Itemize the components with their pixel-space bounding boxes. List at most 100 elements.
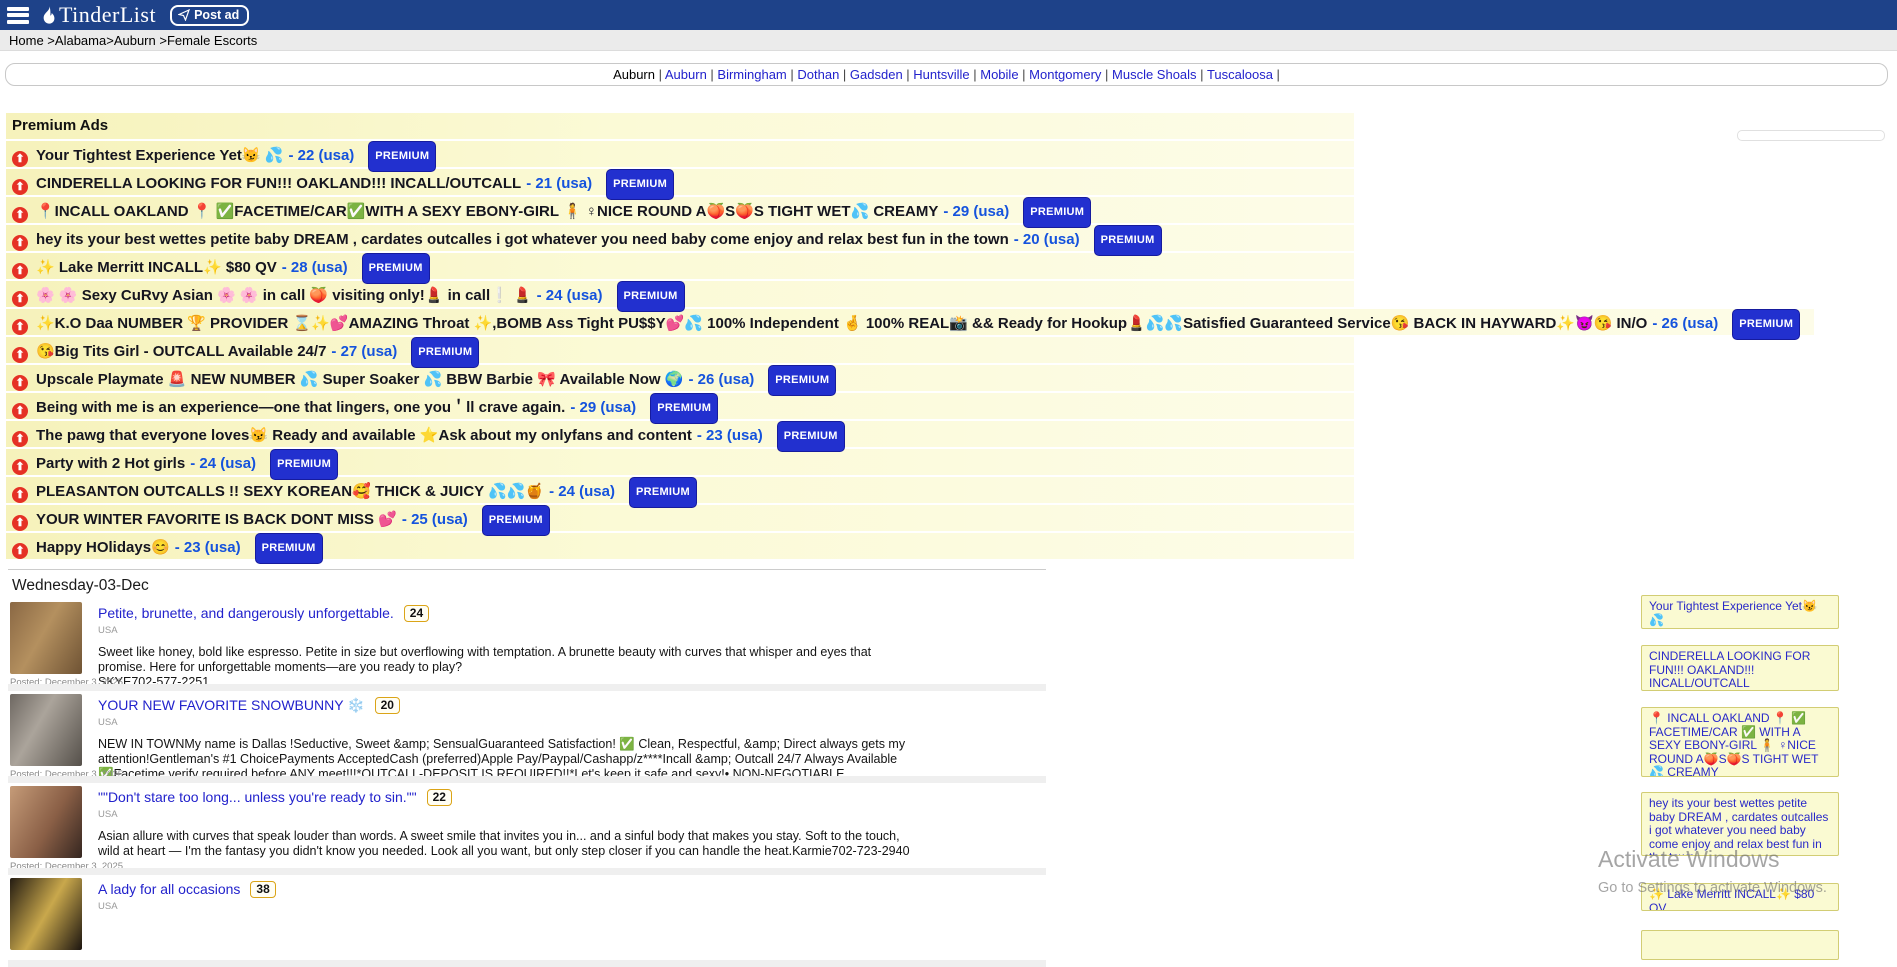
city-item: Tuscaloosa | <box>1207 67 1280 82</box>
listing-thumbnail[interactable] <box>10 878 82 950</box>
premium-ad-row[interactable]: ⬆🌸 🌸 Sexy CuRvy Asian 🌸 🌸 in call 🍑 visi… <box>6 281 1354 307</box>
premium-ad-title[interactable]: 🌸 🌸 Sexy CuRvy Asian 🌸 🌸 in call 🍑 visit… <box>36 287 532 304</box>
premium-ad-row[interactable]: ⬆Your Tightest Experience Yet😼 💦- 22 (us… <box>6 141 1354 167</box>
premium-ad-title[interactable]: 😘Big Tits Girl - OUTCALL Available 24/7 <box>36 343 326 360</box>
premium-ad-row[interactable]: ⬆Party with 2 Hot girls- 24 (usa)PREMIUM <box>6 449 1354 475</box>
breadcrumb-link[interactable]: Auburn <box>114 33 156 48</box>
city-links-bar: Auburn | Auburn | Birmingham | Dothan | … <box>5 63 1888 86</box>
sidebar-ad-link[interactable]: 📍 INCALL OAKLAND 📍 ✅ FACETIME/CAR ✅ WITH… <box>1649 712 1831 777</box>
premium-ad-row[interactable]: ⬆CINDERELLA LOOKING FOR FUN!!! OAKLAND!!… <box>6 169 1354 195</box>
premium-ad-title[interactable]: ✨K.O Daa NUMBER 🏆 PROVIDER ⌛✨💕AMAZING Th… <box>36 315 1647 332</box>
arrow-up-icon: ⬆ <box>12 515 28 531</box>
sidebar-ad-link[interactable]: CINDERELLA LOOKING FOR FUN!!! OAKLAND!!!… <box>1649 650 1831 691</box>
premium-ad-title[interactable]: ✨ Lake Merritt INCALL✨ $80 QV <box>36 259 277 276</box>
breadcrumb-link[interactable]: Female Escorts <box>167 33 257 48</box>
listing-description: NEW IN TOWNMy name is Dallas !Seductive,… <box>98 737 920 783</box>
premium-ad-row[interactable]: ⬆📍INCALL OAKLAND 📍 ✅FACETIME/CAR✅WITH A … <box>6 197 1354 223</box>
posted-date: Posted: December 3, 2025 <box>10 861 123 872</box>
premium-ad-row[interactable]: ⬆😘Big Tits Girl - OUTCALL Available 24/7… <box>6 337 1354 363</box>
listing-thumbnail[interactable] <box>10 602 82 674</box>
city-link[interactable]: Muscle Shoals <box>1112 67 1197 82</box>
city-link[interactable]: Birmingham <box>717 67 786 82</box>
breadcrumb-part: Home > <box>9 33 55 48</box>
city-separator: | <box>970 67 981 82</box>
sidebar-ad-box[interactable]: CINDERELLA LOOKING FOR FUN!!! OAKLAND!!!… <box>1641 645 1839 691</box>
breadcrumb-separator: > <box>44 33 55 48</box>
premium-ad-title[interactable]: PLEASANTON OUTCALLS !! SEXY KOREAN🥰 THIC… <box>36 483 544 500</box>
listing-content: ""Don't stare too long... unless you're … <box>98 783 1046 859</box>
city-item: Huntsville | <box>913 67 980 82</box>
premium-ad-title[interactable]: Your Tightest Experience Yet😼 💦 <box>36 147 283 164</box>
sidebar-ad-link[interactable]: hey its your best wettes petite baby DRE… <box>1649 797 1831 856</box>
premium-ad-row[interactable]: ⬆Happy HOlidays😊- 23 (usa)PREMIUM <box>6 533 1354 559</box>
arrow-up-icon: ⬆ <box>12 543 28 559</box>
sidebar-ad-box[interactable]: 📍 INCALL OAKLAND 📍 ✅ FACETIME/CAR ✅ WITH… <box>1641 707 1839 777</box>
premium-ad-age: - 29 (usa) <box>943 203 1009 220</box>
premium-ad-age: - 24 (usa) <box>537 287 603 304</box>
sidebar-ad-link[interactable]: ✨ Lake Merritt INCALL✨ $80 QV <box>1649 888 1831 911</box>
premium-ad-row[interactable]: ⬆PLEASANTON OUTCALLS !! SEXY KOREAN🥰 THI… <box>6 477 1354 503</box>
age-badge: 24 <box>404 605 429 622</box>
country-label: USA <box>98 717 1046 728</box>
current-city-label: Auburn <box>613 67 655 82</box>
city-separator: | <box>1019 67 1030 82</box>
premium-ad-title[interactable]: Being with me is an experience—one that … <box>36 399 565 416</box>
premium-badge: PREMIUM <box>368 141 436 172</box>
city-item: Gadsden | <box>850 67 913 82</box>
brand-logo[interactable]: TinderList <box>41 2 156 28</box>
premium-ad-title[interactable]: YOUR WINTER FAVORITE IS BACK DONT MISS 💕 <box>36 511 397 528</box>
city-separator: | <box>1273 67 1280 82</box>
listing-title-link[interactable]: YOUR NEW FAVORITE SNOWBUNNY ❄️ <box>98 697 365 713</box>
sidebar-ad-box[interactable] <box>1641 930 1839 960</box>
city-separator: | <box>787 67 798 82</box>
premium-badge: PREMIUM <box>411 337 479 368</box>
city-link[interactable]: Dothan <box>797 67 839 82</box>
premium-ad-age: - 23 (usa) <box>175 539 241 556</box>
city-link[interactable]: Gadsden <box>850 67 903 82</box>
city-item: Montgomery | <box>1029 67 1112 82</box>
listing-row: Posted: December 3, 2025 ""Don't stare t… <box>8 783 1046 875</box>
hamburger-menu-icon[interactable] <box>7 7 29 24</box>
listing-thumbnail[interactable] <box>10 694 82 766</box>
listing-title-link[interactable]: Petite, brunette, and dangerously unforg… <box>98 605 394 621</box>
premium-ad-title[interactable]: Upscale Playmate 🚨 NEW NUMBER 💦 Super So… <box>36 371 683 388</box>
age-badge: 20 <box>375 697 400 714</box>
premium-badge: PREMIUM <box>1094 225 1162 256</box>
city-link[interactable]: Mobile <box>980 67 1018 82</box>
flame-icon <box>41 5 57 25</box>
premium-ad-title[interactable]: CINDERELLA LOOKING FOR FUN!!! OAKLAND!!!… <box>36 175 521 192</box>
sidebar-ad-box[interactable]: Your Tightest Experience Yet😼 💦 ... <box>1641 595 1839 629</box>
premium-ad-title[interactable]: Happy HOlidays😊 <box>36 539 170 556</box>
listing-thumbnail[interactable] <box>10 786 82 858</box>
premium-ad-row[interactable]: ⬆hey its your best wettes petite baby DR… <box>6 225 1354 251</box>
premium-ad-title[interactable]: 📍INCALL OAKLAND 📍 ✅FACETIME/CAR✅WITH A S… <box>36 203 938 220</box>
breadcrumb-part: Female Escorts <box>167 33 257 48</box>
premium-ads-panel: Premium Ads ⬆Your Tightest Experience Ye… <box>6 113 1354 561</box>
breadcrumb-link[interactable]: Home <box>9 33 44 48</box>
premium-ad-row[interactable]: ⬆Upscale Playmate 🚨 NEW NUMBER 💦 Super S… <box>6 365 1354 391</box>
city-link[interactable]: Montgomery <box>1029 67 1101 82</box>
listing-title-link[interactable]: ""Don't stare too long... unless you're … <box>98 789 417 805</box>
city-link[interactable]: Huntsville <box>913 67 969 82</box>
post-ad-button[interactable]: Post ad <box>170 5 249 26</box>
sidebar-ad-box[interactable]: hey its your best wettes petite baby DRE… <box>1641 792 1839 856</box>
sidebar-ad-box[interactable]: ✨ Lake Merritt INCALL✨ $80 QV ... <box>1641 883 1839 911</box>
premium-badge: PREMIUM <box>768 365 836 396</box>
premium-ad-title[interactable]: Party with 2 Hot girls <box>36 455 185 472</box>
premium-ad-title[interactable]: The pawg that everyone loves😼 Ready and … <box>36 427 692 444</box>
premium-badge: PREMIUM <box>617 281 685 312</box>
city-link[interactable]: Tuscaloosa <box>1207 67 1273 82</box>
premium-ad-title[interactable]: hey its your best wettes petite baby DRE… <box>36 231 1009 248</box>
premium-ad-row[interactable]: ⬆✨K.O Daa NUMBER 🏆 PROVIDER ⌛✨💕AMAZING T… <box>6 309 1814 335</box>
premium-ad-row[interactable]: ⬆Being with me is an experience—one that… <box>6 393 1354 419</box>
city-link[interactable]: Auburn <box>665 67 707 82</box>
breadcrumb-link[interactable]: Alabama <box>55 33 106 48</box>
premium-ad-row[interactable]: ⬆ YOUR WINTER FAVORITE IS BACK DONT MISS … <box>6 505 1354 531</box>
city-item: Auburn | <box>665 67 718 82</box>
sidebar-ad-link[interactable]: Your Tightest Experience Yet😼 💦 <box>1649 600 1831 627</box>
premium-ad-row[interactable]: ⬆✨ Lake Merritt INCALL✨ $80 QV- 28 (usa)… <box>6 253 1354 279</box>
premium-badge: PREMIUM <box>362 253 430 284</box>
listing-title-link[interactable]: A lady for all occasions <box>98 881 240 897</box>
city-separator: | <box>839 67 850 82</box>
premium-ad-row[interactable]: ⬆The pawg that everyone loves😼 Ready and… <box>6 421 1354 447</box>
